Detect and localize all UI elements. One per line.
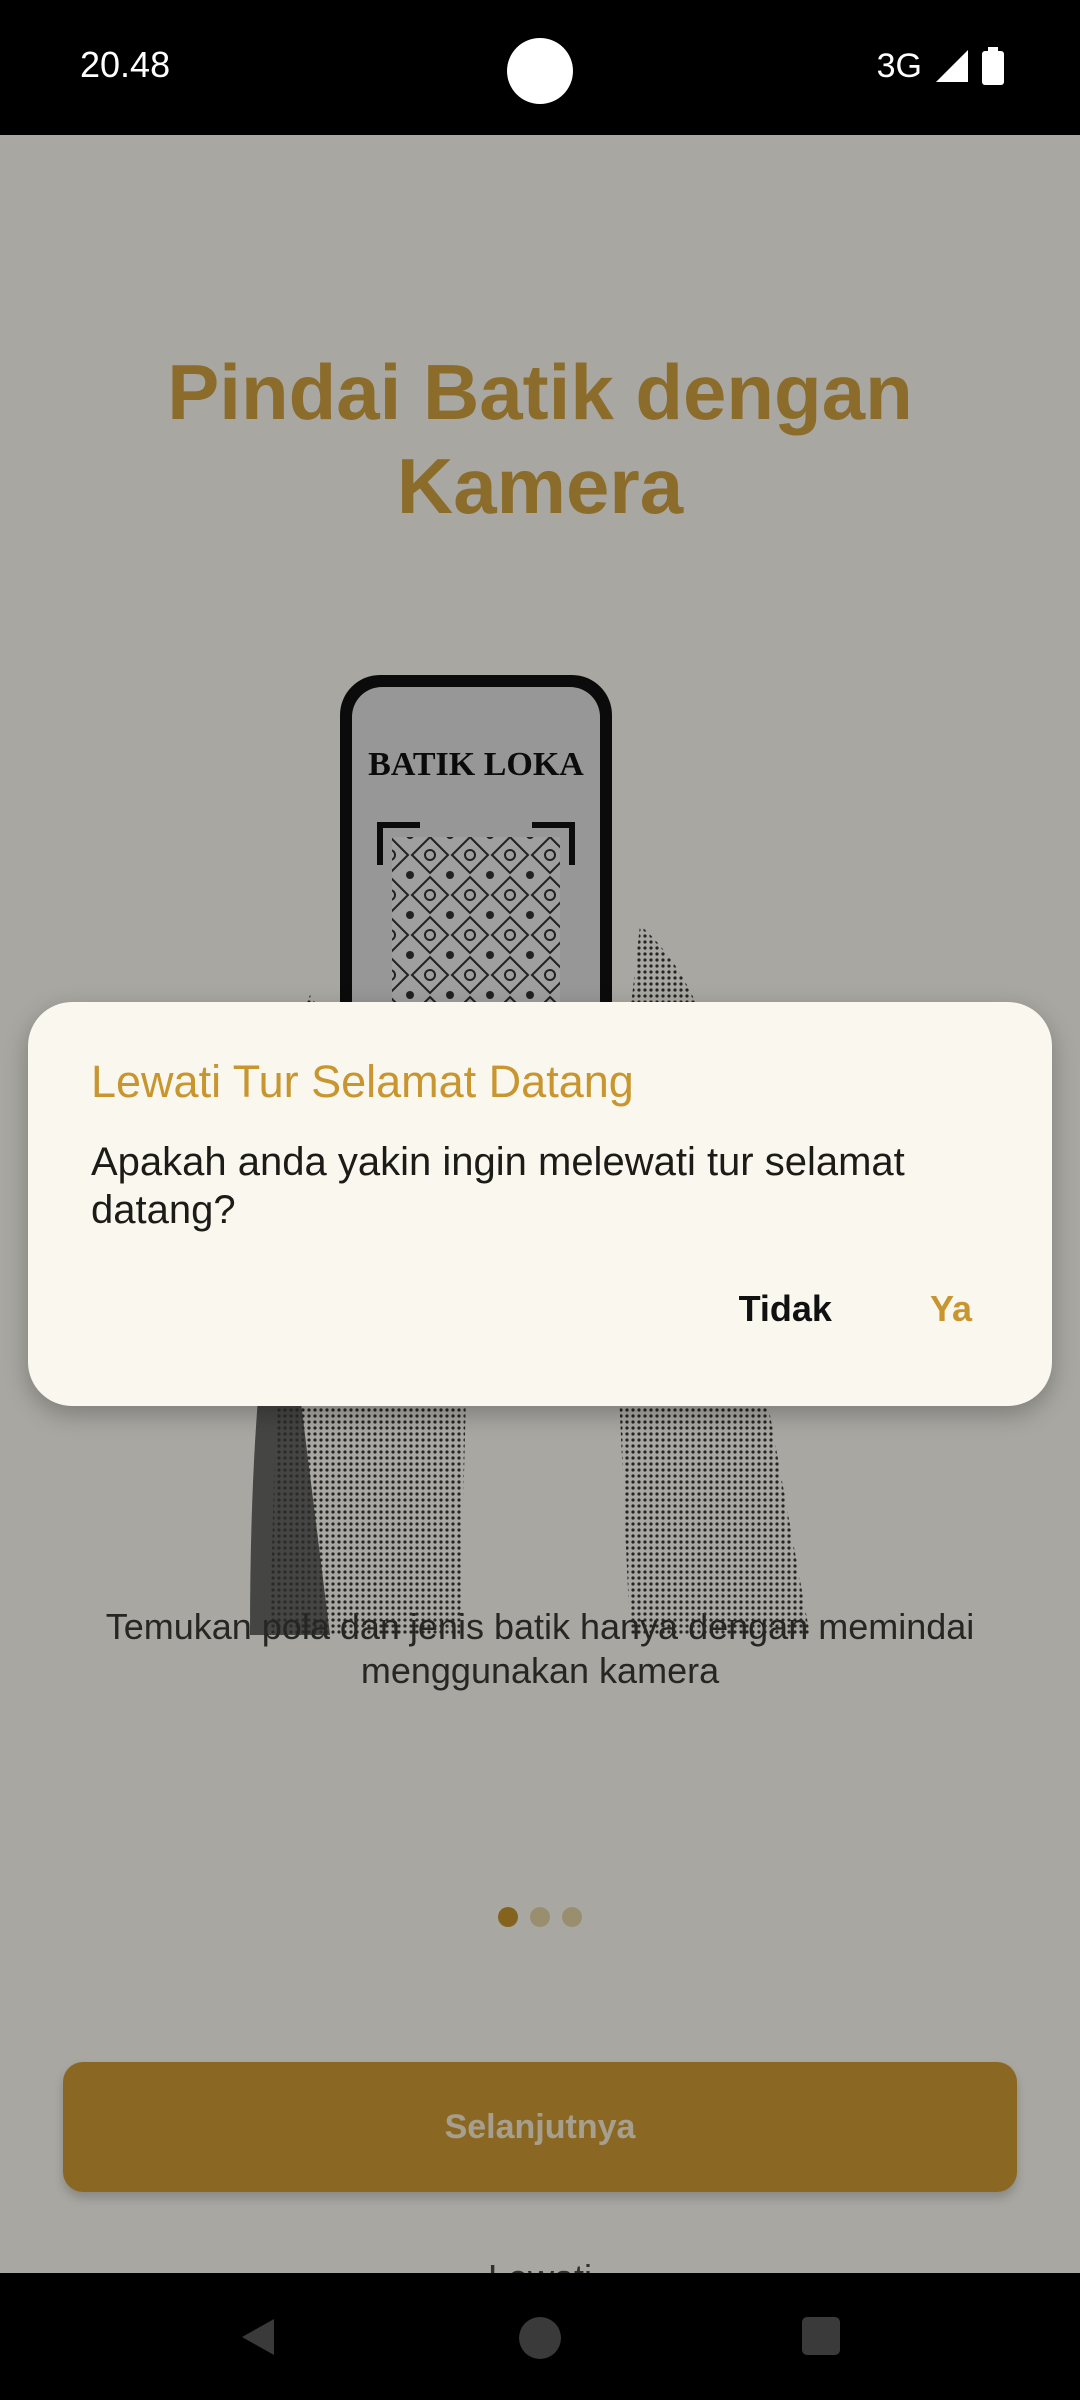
home-icon[interactable]: [517, 2315, 563, 2366]
skip-tour-dialog: Lewati Tur Selamat Datang Apakah anda ya…: [28, 1002, 1052, 1406]
network-type: 3G: [876, 46, 922, 85]
cancel-button[interactable]: Tidak: [739, 1288, 832, 1330]
dialog-title: Lewati Tur Selamat Datang: [91, 1056, 634, 1107]
status-time: 20.48: [80, 44, 171, 85]
back-icon[interactable]: [236, 2315, 280, 2364]
battery-icon: [982, 47, 1004, 85]
screen: 20.48 3G Pindai Batik dengan Kamera BATI…: [0, 0, 1080, 2400]
dialog-actions: Tidak Ya: [739, 1288, 972, 1330]
confirm-button[interactable]: Ya: [930, 1288, 972, 1330]
recents-icon[interactable]: [800, 2315, 842, 2362]
dialog-message: Apakah anda yakin ingin melewati tur sel…: [91, 1140, 905, 1232]
camera-cutout: [507, 38, 573, 104]
signal-icon: [934, 48, 970, 84]
status-icons: 3G: [877, 44, 1004, 88]
navigation-bar: [0, 2273, 1080, 2400]
status-bar: 20.48 3G: [0, 0, 1080, 135]
